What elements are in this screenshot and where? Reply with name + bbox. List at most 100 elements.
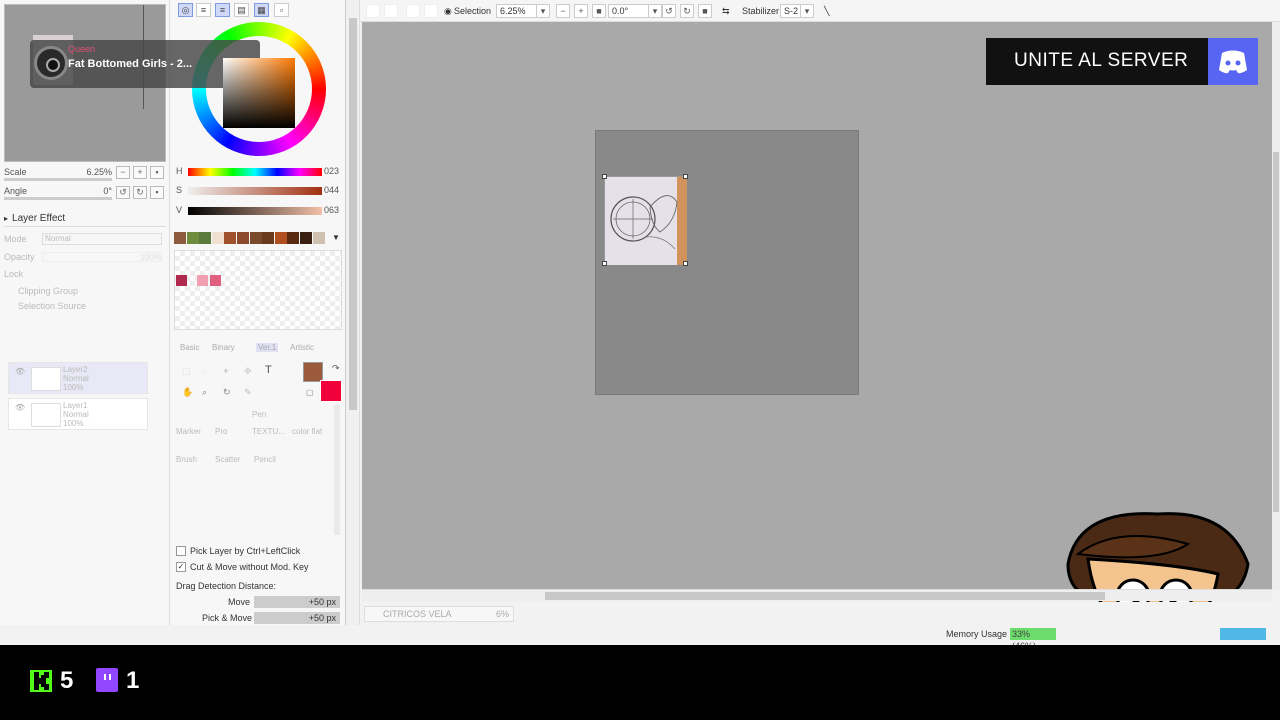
hand-tool-icon[interactable]: ✋ bbox=[182, 387, 193, 398]
show-selection-icon[interactable]: ◉ bbox=[444, 4, 452, 18]
chevron-down-icon[interactable]: ▾ bbox=[648, 4, 662, 18]
scratchpad-tab[interactable]: ▦ bbox=[254, 3, 269, 17]
color-swatch[interactable] bbox=[174, 232, 186, 244]
mode-select[interactable]: Normal bbox=[42, 233, 162, 245]
transform-handle[interactable] bbox=[602, 261, 607, 266]
cut-move-checkbox[interactable]: ✓ bbox=[176, 562, 186, 572]
transform-handle[interactable] bbox=[683, 174, 688, 179]
toolbar-button-3[interactable] bbox=[406, 4, 420, 18]
color-swatch[interactable] bbox=[199, 232, 212, 244]
value-slider[interactable] bbox=[188, 207, 322, 215]
scratchpad-color[interactable] bbox=[210, 275, 221, 286]
rotate-right-button[interactable]: ↻ bbox=[133, 186, 147, 199]
zoom-reset-icon[interactable]: ■ bbox=[592, 4, 606, 18]
scratchpad[interactable] bbox=[174, 250, 342, 330]
scale-slider[interactable] bbox=[4, 178, 112, 181]
zoom-out-icon[interactable]: − bbox=[556, 4, 570, 18]
straight-line-icon[interactable]: ╲ bbox=[824, 4, 829, 18]
angle-slider[interactable] bbox=[4, 197, 112, 200]
canvas-hscroll-thumb[interactable] bbox=[545, 592, 1105, 600]
primary-color-swatch[interactable] bbox=[303, 362, 323, 382]
rotate-left-button[interactable]: ↺ bbox=[116, 186, 130, 199]
pick-move-distance-slider[interactable]: +50 px bbox=[254, 612, 340, 624]
color-swatch[interactable] bbox=[237, 232, 249, 244]
zoom-reset-button[interactable]: ▪ bbox=[150, 166, 164, 179]
move-tool-icon[interactable]: ✥ bbox=[244, 366, 252, 377]
canvas-horizontal-scrollbar[interactable] bbox=[362, 589, 1272, 601]
select-tool-icon[interactable]: ⬚ bbox=[182, 366, 191, 377]
zoom-in-button[interactable]: + bbox=[133, 166, 147, 179]
brush-tool-item[interactable]: Marker bbox=[176, 427, 201, 436]
chevron-down-icon[interactable]: ▾ bbox=[800, 4, 814, 18]
zoom-in-icon[interactable]: + bbox=[574, 4, 588, 18]
brush-tool-item[interactable]: Brush bbox=[176, 455, 197, 464]
toolbar-button-4[interactable] bbox=[424, 4, 438, 18]
layer-item-layer1[interactable]: 👁 Layer1 Normal 100% bbox=[8, 398, 148, 430]
opacity-slider[interactable]: 100% bbox=[42, 252, 162, 262]
canvas-vscroll-thumb[interactable] bbox=[1273, 152, 1279, 512]
color-swatch[interactable] bbox=[300, 232, 312, 244]
lasso-tool-icon[interactable]: ◌ bbox=[202, 366, 207, 376]
eye-icon[interactable]: 👁 bbox=[15, 367, 25, 376]
saturation-value-square[interactable] bbox=[223, 58, 295, 128]
rotate-reset-icon[interactable]: ■ bbox=[698, 4, 712, 18]
color-swatch[interactable] bbox=[312, 232, 325, 244]
move-distance-slider[interactable]: +50 px bbox=[254, 596, 340, 608]
transform-selection[interactable] bbox=[602, 174, 688, 266]
clipping-group-row[interactable]: Clipping Group bbox=[4, 283, 166, 299]
transform-handle[interactable] bbox=[683, 261, 688, 266]
flip-horizontal-icon[interactable]: ⇆ bbox=[722, 4, 730, 18]
color-swatch[interactable] bbox=[224, 232, 237, 244]
document-tab[interactable]: CITRICOS VELA 6% bbox=[364, 606, 514, 622]
color-wheel-tab[interactable]: ◎ bbox=[178, 3, 193, 17]
rgb-slider-tab[interactable]: ≡ bbox=[196, 3, 211, 17]
rotate-cw-icon[interactable]: ↻ bbox=[680, 4, 694, 18]
brush-tool-item[interactable]: Pen bbox=[252, 410, 266, 419]
selection-source-row[interactable]: Selection Source bbox=[4, 298, 166, 314]
color-swatch[interactable] bbox=[186, 232, 199, 244]
layer-item-layer2[interactable]: 👁 Layer2 Normal 100% bbox=[8, 362, 148, 394]
pick-layer-checkbox[interactable] bbox=[176, 546, 186, 556]
hsv-slider-tab[interactable]: ≡ bbox=[215, 3, 230, 17]
swap-colors-icon[interactable]: ↷ bbox=[332, 363, 340, 374]
color-swatch[interactable] bbox=[287, 232, 300, 244]
chevron-down-icon[interactable]: ▾ bbox=[536, 4, 550, 18]
canvas-area[interactable] bbox=[362, 22, 1272, 641]
panel-scrollbar[interactable] bbox=[346, 0, 360, 625]
color-swatch[interactable] bbox=[274, 232, 287, 244]
rotate-ccw-icon[interactable]: ↺ bbox=[662, 4, 676, 18]
brush-tool-item[interactable]: Scatter bbox=[215, 455, 240, 464]
color-swatch[interactable] bbox=[211, 232, 224, 244]
brush-tool-item[interactable]: color flat bbox=[292, 427, 322, 436]
layer-effect-header[interactable]: ▸ Layer Effect bbox=[4, 211, 166, 227]
brush-tool-item[interactable]: Pencil bbox=[254, 455, 276, 464]
deselect-button[interactable] bbox=[366, 4, 380, 18]
canvas-document[interactable] bbox=[595, 130, 859, 395]
canvas-vertical-scrollbar[interactable] bbox=[1272, 22, 1280, 589]
swatch-dropdown-icon[interactable]: ▼ bbox=[332, 233, 340, 242]
zoom-out-button[interactable]: − bbox=[116, 166, 130, 179]
text-tool-icon[interactable]: T bbox=[265, 364, 272, 376]
hue-slider[interactable] bbox=[188, 168, 322, 176]
brush-tool-item[interactable]: TEXTU... bbox=[252, 427, 285, 436]
secondary-color-swatch[interactable] bbox=[320, 380, 342, 402]
tool-set-tab[interactable]: Binary bbox=[212, 343, 235, 352]
scratchpad-color[interactable] bbox=[176, 275, 187, 286]
scratchpad-color[interactable] bbox=[197, 275, 208, 286]
tool-list-scrollbar[interactable] bbox=[334, 405, 340, 535]
invert-selection-button[interactable] bbox=[384, 4, 398, 18]
tool-set-tab[interactable]: Artistic bbox=[290, 343, 314, 352]
dropper-tool-icon[interactable]: ✎ bbox=[244, 387, 252, 398]
eye-icon[interactable]: 👁 bbox=[15, 403, 25, 412]
saturation-slider[interactable] bbox=[188, 187, 322, 195]
transparent-color-icon[interactable]: ▢ bbox=[306, 388, 314, 397]
magic-wand-icon[interactable]: ✦ bbox=[222, 366, 230, 377]
brush-tool-item[interactable]: Pro bbox=[215, 427, 227, 436]
panel-option-tab[interactable]: ▫ bbox=[274, 3, 289, 17]
color-swatch[interactable] bbox=[249, 232, 262, 244]
color-swatch[interactable] bbox=[262, 232, 275, 244]
tool-set-tab[interactable]: Basic bbox=[180, 343, 200, 352]
rotate-tool-icon[interactable]: ↻ bbox=[223, 387, 231, 398]
panel-scroll-thumb[interactable] bbox=[349, 18, 357, 410]
rotate-reset-button[interactable]: ▪ bbox=[150, 186, 164, 199]
